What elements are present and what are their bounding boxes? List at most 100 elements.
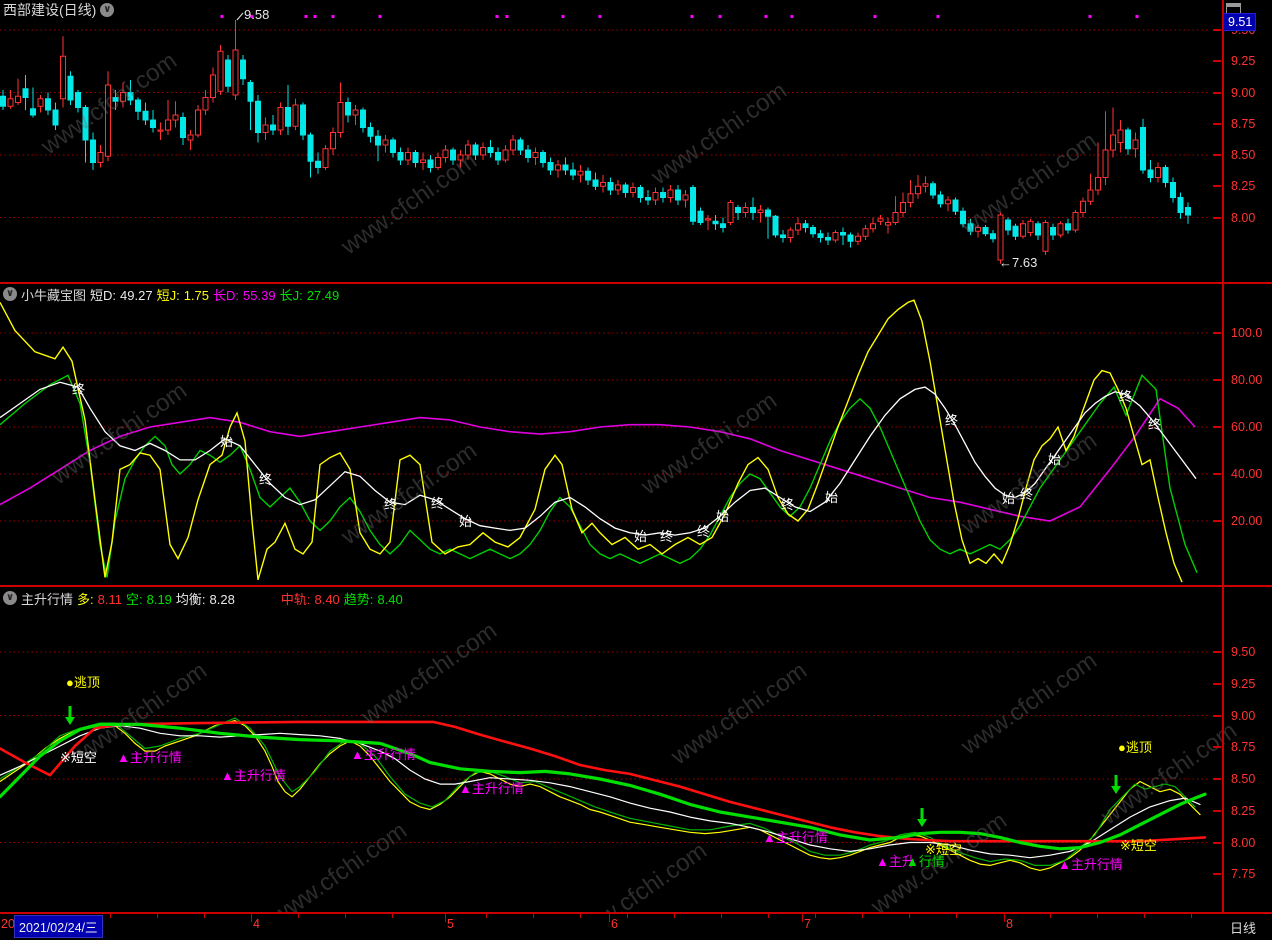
start-end-marker: 终 xyxy=(1148,417,1162,433)
axis-tick-label: 9.25 xyxy=(1231,676,1256,691)
axis-tick-label: 100.0 xyxy=(1231,326,1263,340)
start-end-marker: 终 xyxy=(259,472,273,488)
axis-tick-label: 8.75 xyxy=(1231,116,1256,131)
signal-label: ●逃顶 xyxy=(66,675,100,690)
start-end-marker: 始 xyxy=(459,513,473,529)
minor-tick xyxy=(1191,914,1192,918)
date-axis-bar[interactable]: 20 2021/02/24/三 4 5 6 7 8 日线 xyxy=(0,912,1272,940)
panel-separator xyxy=(0,585,1272,587)
signal-label: ▲主升行情 xyxy=(1058,857,1123,872)
month-tick xyxy=(1004,914,1005,922)
indicator-label: 长D: xyxy=(213,287,240,303)
axis-tick-label: 8.00 xyxy=(1231,835,1256,850)
xiaoniu-indicator-chart[interactable] xyxy=(0,283,1208,585)
axis-tick xyxy=(1213,379,1221,381)
signal-label: ※短空 xyxy=(925,842,962,857)
chevron-down-icon[interactable]: ∨ xyxy=(3,591,17,605)
indicator-value: 8.19 xyxy=(146,591,172,607)
axis-tick-label: 80.00 xyxy=(1231,373,1263,387)
signal-label: ▲主升行情 xyxy=(117,750,182,765)
minor-tick xyxy=(862,914,863,918)
period-button[interactable]: 日线 xyxy=(1230,918,1256,937)
month-tick xyxy=(609,914,610,922)
indicator-value: 55.39 xyxy=(243,287,276,303)
minor-tick xyxy=(674,914,675,918)
chevron-down-icon[interactable]: ∨ xyxy=(3,287,17,301)
start-end-marker: 终 xyxy=(1020,486,1034,502)
indicator-value: 1.75 xyxy=(183,287,210,303)
panel-separator xyxy=(0,282,1272,284)
start-end-marker: 终 xyxy=(1119,389,1133,405)
start-end-marker: 终 xyxy=(697,523,711,539)
axis-tick-label: 40.00 xyxy=(1231,467,1263,481)
axis-tick xyxy=(1213,473,1221,475)
bot-indicator-values: 多: 8.11 空: 8.19 均衡: 8.28 中轨: 8.40 趋势: 8.40 xyxy=(77,589,407,608)
mid-indicator-values: 短D: 49.27 短J: 1.75 长D: 55.39 长J: 27.49 xyxy=(90,285,343,304)
axis-tick-label: 8.00 xyxy=(1231,210,1256,225)
minor-tick xyxy=(392,914,393,918)
axis-tick xyxy=(1213,29,1221,31)
signal-label: ▲主升行情 xyxy=(221,768,286,783)
month-tick xyxy=(802,914,803,922)
minor-tick xyxy=(486,914,487,918)
axis-tick xyxy=(1213,873,1221,876)
indicator-label: 趋势: xyxy=(343,591,374,607)
minor-tick xyxy=(909,914,910,918)
indicator-label: 短D: xyxy=(90,287,117,303)
signal-label: ※短空 xyxy=(1120,838,1157,853)
axis-tick-label: 9.00 xyxy=(1231,85,1256,100)
price-marker-badge: 9.51 xyxy=(1223,13,1257,31)
axis-tick-label: 9.25 xyxy=(1231,54,1256,69)
start-end-marker: 终 xyxy=(781,496,795,512)
minor-tick xyxy=(627,914,628,918)
axis-tick-label: 8.50 xyxy=(1231,148,1256,162)
signal-label: ▲主升行情 xyxy=(763,830,828,845)
start-end-marker: 始 xyxy=(634,529,648,545)
axis-tick-label: 8.25 xyxy=(1231,803,1256,818)
axis-tick-label: 8.50 xyxy=(1231,772,1256,786)
month-label[interactable]: 8 xyxy=(1006,917,1013,931)
axis-tick xyxy=(1213,154,1221,156)
indicator-value: 27.49 xyxy=(306,287,340,303)
start-end-marker: 终 xyxy=(660,528,674,544)
month-tick xyxy=(445,914,446,922)
axis-tick xyxy=(1213,651,1221,653)
indicator-value: 8.40 xyxy=(377,591,403,607)
month-label[interactable]: 7 xyxy=(804,917,811,931)
axis-tick xyxy=(1213,60,1221,63)
start-end-marker: 终 xyxy=(945,413,959,429)
axis-tick-label: 9.50 xyxy=(1231,645,1256,659)
cursor-date-badge: 2021/02/24/三 xyxy=(14,915,103,938)
minor-tick xyxy=(157,914,158,918)
high-price-label: 9.58 xyxy=(244,7,270,22)
indicator-label: 中轨: xyxy=(280,591,311,607)
minor-tick xyxy=(721,914,722,918)
minor-tick xyxy=(1050,914,1051,918)
start-end-marker: 始 xyxy=(220,434,234,450)
axis-tick xyxy=(1213,778,1221,780)
month-label[interactable]: 4 xyxy=(253,917,260,931)
axis-tick-label: 9.00 xyxy=(1231,708,1256,723)
start-end-marker: 始 xyxy=(825,489,839,505)
signal-label: ●逃顶 xyxy=(1118,740,1152,755)
axis-tick-label: 8.75 xyxy=(1231,740,1256,755)
signal-label: ※短空 xyxy=(60,750,97,765)
indicator-label: 空: xyxy=(125,591,143,607)
axis-tick xyxy=(1213,122,1221,125)
month-label[interactable]: 6 xyxy=(611,917,618,931)
axis-tick xyxy=(1213,216,1221,219)
candlestick-chart[interactable] xyxy=(0,0,1208,282)
minor-tick xyxy=(768,914,769,918)
indicator-label: 多: xyxy=(77,591,94,607)
indicator-label: 长J: xyxy=(279,287,303,303)
price-axis-line xyxy=(1222,0,1224,940)
chevron-down-icon[interactable]: ∨ xyxy=(100,3,115,17)
start-end-marker: 始 xyxy=(716,509,730,525)
month-label[interactable]: 5 xyxy=(447,917,454,931)
bot-panel-header: ∨ 主升行情 多: 8.11 空: 8.19 均衡: 8.28 中轨: 8.40 趋势: 8.40 xyxy=(3,589,411,607)
mid-panel-header: ∨ 小牛藏宝图 短D: 49.27 短J: 1.75 长D: 55.39 长J: 27.49 xyxy=(3,285,347,303)
axis-tick-label: 8.25 xyxy=(1231,179,1256,194)
axis-tick-label: 7.75 xyxy=(1231,867,1256,882)
low-price-label: ←7.63 xyxy=(999,255,1038,270)
indicator-label: 均衡: xyxy=(175,591,206,607)
